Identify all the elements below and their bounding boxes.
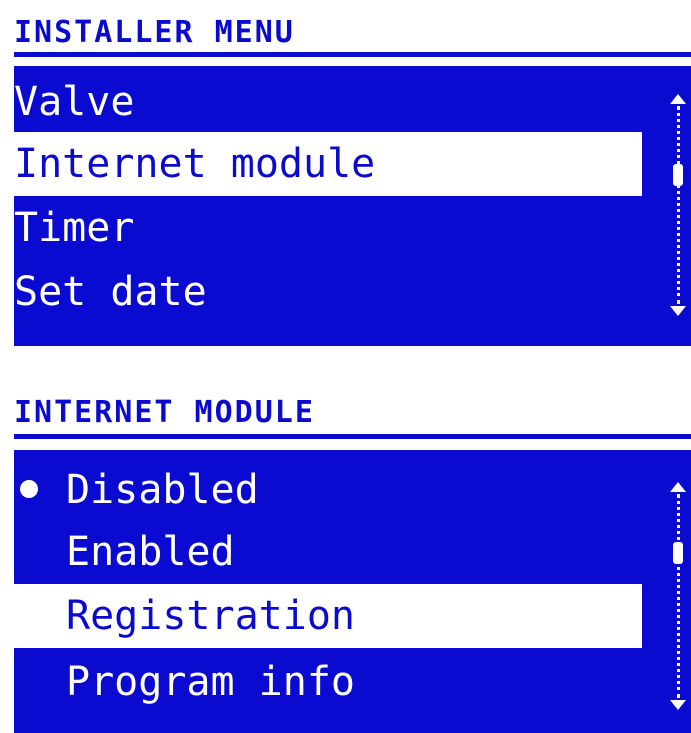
menu-item-set-date[interactable]: Set date xyxy=(14,260,642,324)
internet-module-title: INTERNET MODULE xyxy=(14,395,315,430)
menu-item-internet-module[interactable]: Internet module xyxy=(14,132,642,196)
scroll-thumb[interactable] xyxy=(673,542,683,564)
internet-module-scrollbar[interactable] xyxy=(668,482,688,710)
option-label: Registration xyxy=(66,593,355,639)
scroll-track xyxy=(677,106,680,304)
selected-option-dot-icon xyxy=(20,480,38,498)
option-label: Enabled xyxy=(66,529,235,575)
menu-item-label: Internet module xyxy=(14,141,376,187)
menu-item-valve[interactable]: Valve xyxy=(14,70,642,134)
option-program-info[interactable]: Program info xyxy=(14,650,642,714)
option-registration[interactable]: Registration xyxy=(14,584,642,648)
option-enabled[interactable]: Enabled xyxy=(14,520,642,584)
scroll-track xyxy=(677,494,680,698)
scroll-up-arrow-icon[interactable] xyxy=(670,482,686,492)
menu-item-timer[interactable]: Timer xyxy=(14,196,642,260)
installer-menu-scrollbar[interactable] xyxy=(668,94,688,316)
scroll-down-arrow-icon[interactable] xyxy=(670,306,686,316)
menu-item-label: Timer xyxy=(14,205,135,251)
option-disabled[interactable]: Disabled xyxy=(14,458,642,522)
option-label: Disabled xyxy=(66,467,259,513)
scroll-up-arrow-icon[interactable] xyxy=(670,94,686,104)
menu-item-label: Valve xyxy=(14,79,135,125)
installer-menu-list: Valve Internet module Timer Set date xyxy=(14,66,691,346)
menu-item-label: Set date xyxy=(14,269,207,315)
scroll-down-arrow-icon[interactable] xyxy=(670,700,686,710)
internet-module-divider xyxy=(14,434,691,439)
internet-module-list: Disabled Enabled Registration Program in… xyxy=(14,450,691,733)
installer-menu-divider xyxy=(14,52,691,57)
option-label: Program info xyxy=(66,659,355,705)
installer-menu-title: INSTALLER MENU xyxy=(14,15,295,50)
scroll-thumb[interactable] xyxy=(673,164,683,186)
